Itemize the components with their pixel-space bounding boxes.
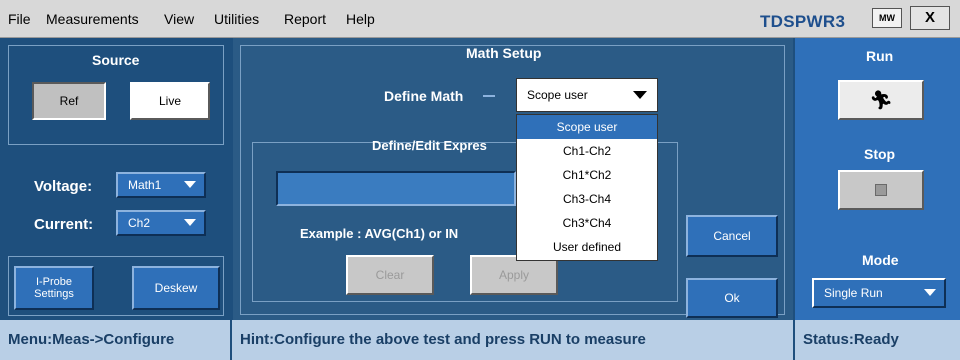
running-figure-icon: 🏃︎ (869, 89, 893, 110)
live-button[interactable]: Live (130, 82, 210, 120)
dropdown-option-ch3-times-ch4[interactable]: Ch3*Ch4 (517, 211, 657, 235)
chevron-down-icon (184, 219, 196, 226)
mode-value: Single Run (824, 286, 883, 300)
menu-help[interactable]: Help (346, 11, 375, 27)
iprobe-settings-button[interactable]: I-Probe Settings (14, 266, 94, 310)
example-text: Example : AVG(Ch1) or IN (300, 226, 459, 241)
voltage-label: Voltage: (34, 178, 93, 195)
voltage-select[interactable]: Math1 (116, 172, 206, 198)
menu-utilities[interactable]: Utilities (214, 11, 259, 27)
chevron-down-icon (633, 91, 647, 99)
expression-input[interactable] (276, 171, 516, 206)
deskew-button[interactable]: Deskew (132, 266, 220, 310)
stop-button[interactable] (838, 170, 924, 210)
mode-select[interactable]: Single Run (812, 278, 946, 308)
current-label: Current: (34, 216, 94, 233)
ref-button[interactable]: Ref (32, 82, 106, 120)
dropdown-option-ch1-minus-ch2[interactable]: Ch1-Ch2 (517, 139, 657, 163)
clear-button[interactable]: Clear (346, 255, 434, 295)
define-math-connector (483, 95, 495, 97)
menu-bar: File Measurements View Utilities Report … (0, 0, 960, 38)
define-math-select[interactable]: Scope user (516, 78, 658, 112)
menu-view[interactable]: View (164, 11, 194, 27)
menu-report[interactable]: Report (284, 11, 326, 27)
menu-file[interactable]: File (8, 11, 31, 27)
dropdown-option-scope-user[interactable]: Scope user (517, 115, 657, 139)
stop-square-icon (875, 184, 887, 196)
chevron-down-icon (924, 289, 936, 296)
current-select[interactable]: Ch2 (116, 210, 206, 236)
app-title: TDSPWR3 (760, 12, 846, 31)
ok-button[interactable]: Ok (686, 278, 778, 318)
expression-title: Define/Edit Expres (372, 138, 487, 153)
iprobe-label-1: I-Probe (35, 276, 73, 288)
dropdown-option-user-defined[interactable]: User defined (517, 235, 657, 259)
current-value: Ch2 (128, 216, 151, 230)
define-math-dropdown-list: Scope user Ch1-Ch2 Ch1*Ch2 Ch3-Ch4 Ch3*C… (516, 114, 658, 261)
apply-button[interactable]: Apply (470, 255, 558, 295)
menu-measurements[interactable]: Measurements (46, 11, 139, 27)
dropdown-option-ch1-times-ch2[interactable]: Ch1*Ch2 (517, 163, 657, 187)
stop-title: Stop (864, 146, 896, 162)
run-title: Run (866, 48, 894, 64)
status-hint: Hint:Configure the above test and press … (232, 320, 795, 360)
source-title: Source (92, 52, 140, 68)
dropdown-option-ch3-minus-ch4[interactable]: Ch3-Ch4 (517, 187, 657, 211)
cancel-button[interactable]: Cancel (686, 215, 778, 257)
status-bar: Menu:Meas->Configure Hint:Configure the … (0, 320, 960, 360)
chevron-down-icon (184, 181, 196, 188)
iprobe-label-2: Settings (34, 288, 74, 300)
app-logo-icon[interactable]: MW (872, 8, 902, 28)
define-math-label: Define Math (384, 88, 464, 104)
voltage-value: Math1 (128, 178, 162, 192)
mode-title: Mode (862, 252, 899, 268)
define-math-value: Scope user (527, 88, 588, 102)
status-menu-path: Menu:Meas->Configure (0, 320, 232, 360)
close-button[interactable]: X (910, 6, 950, 30)
status-ready: Status:Ready (803, 331, 899, 348)
run-button[interactable]: 🏃︎ (838, 80, 924, 120)
math-setup-title: Math Setup (466, 45, 542, 61)
